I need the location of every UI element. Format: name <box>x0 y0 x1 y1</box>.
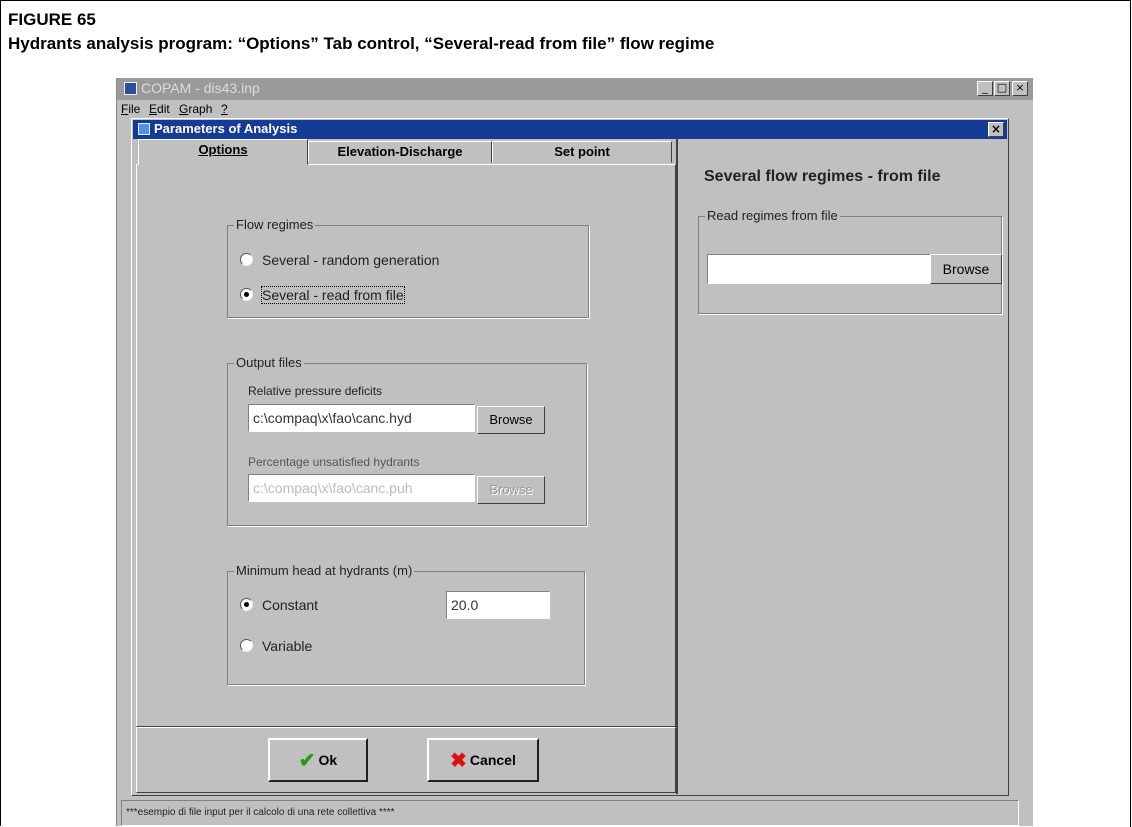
menu-file[interactable]: File <box>121 102 140 116</box>
unsatisfied-browse-button: Browse <box>477 476 545 504</box>
checkmark-icon: ✔ <box>298 750 316 772</box>
figure-number: FIGURE 65 <box>8 10 96 29</box>
regimes-browse-button[interactable]: Browse <box>930 254 1002 284</box>
right-panel-title: Several flow regimes - from file <box>704 168 941 185</box>
minimum-head-title: Minimum head at hydrants (m) <box>234 563 415 578</box>
figure-caption: Hydrants analysis program: “Options” Tab… <box>8 34 715 53</box>
tab-control: Options Elevation-Discharge Set point Fl… <box>136 139 676 794</box>
app-title-bar: COPAM - dis43.inp _ □ × <box>117 78 1033 100</box>
close-button[interactable]: × <box>1012 81 1028 96</box>
radio-variable[interactable]: Variable <box>240 638 312 654</box>
cross-icon: ✖ <box>450 750 467 772</box>
dialog-title: Parameters of Analysis <box>154 121 298 136</box>
ok-button[interactable]: ✔ Ok <box>268 738 368 782</box>
options-tab-panel: Flow regimes Several - random generation… <box>136 164 676 727</box>
app-icon <box>124 82 137 95</box>
status-bar: ***esempio di file input per il calcolo … <box>121 800 1019 826</box>
maximize-button[interactable]: □ <box>994 81 1010 96</box>
read-regimes-title: Read regimes from file <box>705 208 840 223</box>
flow-regimes-title: Flow regimes <box>234 217 316 232</box>
menu-bar: File Edit Graph ? <box>117 100 1033 118</box>
radio-constant[interactable]: Constant <box>240 597 318 613</box>
menu-help[interactable]: ? <box>221 102 228 116</box>
parameters-dialog: Parameters of Analysis × Options Elevati… <box>131 118 1009 796</box>
app-title: COPAM - dis43.inp <box>141 80 260 96</box>
tab-set-point[interactable]: Set point <box>492 141 672 163</box>
unsatisfied-hydrants-field: c:\compaq\x\fao\canc.puh <box>248 474 475 502</box>
radio-read-file-icon <box>240 288 253 301</box>
output-files-group: Output files Relative pressure deficits … <box>227 355 587 526</box>
pressure-deficits-label: Relative pressure deficits <box>248 384 383 398</box>
dialog-title-bar: Parameters of Analysis × <box>133 120 1007 139</box>
radio-constant-icon <box>240 598 253 611</box>
radio-variable-icon <box>240 639 253 652</box>
pressure-browse-button[interactable]: Browse <box>477 406 545 434</box>
tab-elevation-discharge[interactable]: Elevation-Discharge <box>308 141 492 163</box>
right-panel: Several flow regimes - from file Read re… <box>676 139 1006 794</box>
regimes-file-field[interactable] <box>707 254 931 284</box>
radio-random-icon <box>240 253 253 266</box>
dialog-icon <box>138 123 150 135</box>
minimum-head-group: Minimum head at hydrants (m) Constant 20… <box>227 563 585 685</box>
flow-regimes-group: Flow regimes Several - random generation… <box>227 217 589 318</box>
minimize-button[interactable]: _ <box>977 81 993 96</box>
read-regimes-group: Read regimes from file Browse <box>698 208 1002 314</box>
radio-random-generation[interactable]: Several - random generation <box>240 252 439 268</box>
app-window: COPAM - dis43.inp _ □ × File Edit Graph … <box>116 78 1033 826</box>
constant-head-field[interactable]: 20.0 <box>446 591 550 619</box>
output-files-title: Output files <box>234 355 304 370</box>
button-panel: ✔ Ok ✖ Cancel <box>136 727 676 793</box>
menu-edit[interactable]: Edit <box>149 102 170 116</box>
cancel-button[interactable]: ✖ Cancel <box>427 738 539 782</box>
radio-read-from-file[interactable]: Several - read from file <box>240 286 405 304</box>
unsatisfied-hydrants-label: Percentage unsatisfied hydrants <box>248 455 420 469</box>
pressure-deficits-field[interactable]: c:\compaq\x\fao\canc.hyd <box>248 404 475 432</box>
dialog-close-icon[interactable]: × <box>988 122 1004 137</box>
menu-graph[interactable]: Graph <box>179 102 212 116</box>
tab-options[interactable]: Options <box>138 139 308 165</box>
